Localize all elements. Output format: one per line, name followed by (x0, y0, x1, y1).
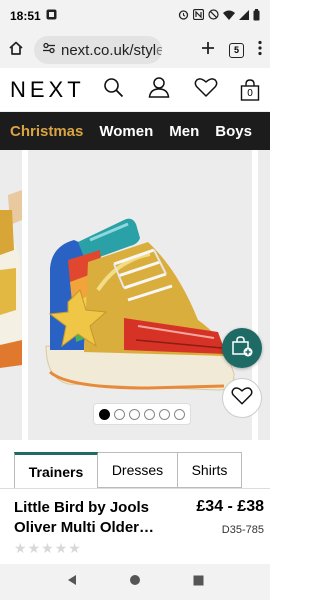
product-title[interactable]: Little Bird by Jools Oliver Multi Older… (14, 498, 174, 538)
shopping-bag-icon[interactable]: 0 (240, 78, 260, 101)
carousel-pagination (93, 403, 191, 425)
star-icon: ★ (41, 540, 54, 556)
site-settings-icon[interactable] (42, 41, 56, 60)
site-header: NEXT 0 (0, 68, 270, 112)
tab-switcher-button[interactable]: 5 (229, 42, 244, 58)
star-icon: ★ (27, 540, 41, 556)
carousel-dot-4[interactable] (144, 408, 155, 420)
category-nav: Christmas Women Men Boys (0, 112, 270, 150)
url-text: next.co.uk/style (61, 41, 162, 59)
battery-icon (253, 8, 260, 24)
browser-toolbar: next.co.uk/style 5 (0, 32, 270, 68)
account-icon[interactable] (148, 76, 170, 103)
system-navigation-bar (0, 564, 270, 600)
carousel-dot-2[interactable] (114, 408, 125, 420)
nfc-icon (192, 8, 205, 23)
add-to-bag-button[interactable] (222, 328, 262, 368)
bag-plus-icon (231, 335, 253, 362)
tab-dresses[interactable]: Dresses (98, 452, 178, 488)
heart-icon (231, 386, 253, 410)
signal-icon (239, 9, 249, 23)
category-boys[interactable]: Boys (215, 123, 252, 140)
url-bar[interactable]: next.co.uk/style (34, 36, 162, 64)
home-icon[interactable] (8, 40, 24, 61)
product-price: £34 - £38 (196, 498, 264, 515)
previous-slide-image[interactable] (0, 150, 22, 440)
mute-icon (208, 9, 219, 23)
product-code: D35-785 (221, 524, 264, 536)
star-icon: ★ (68, 540, 81, 556)
product-carousel[interactable] (0, 150, 270, 440)
notification-icon (46, 9, 57, 23)
alarm-icon (178, 9, 189, 23)
search-icon[interactable] (103, 77, 124, 103)
next-logo[interactable]: NEXT (10, 77, 85, 103)
new-tab-icon[interactable] (201, 41, 215, 60)
carousel-dot-3[interactable] (129, 408, 140, 420)
home-button-icon[interactable] (129, 573, 141, 591)
carousel-dot-6[interactable] (174, 408, 185, 420)
wifi-icon (223, 9, 235, 23)
product-card-info[interactable]: Little Bird by Jools Oliver Multi Older…… (0, 488, 270, 564)
add-to-favourites-button[interactable] (222, 378, 262, 418)
product-image-trainer[interactable] (28, 150, 252, 440)
carousel-dot-1[interactable] (99, 408, 110, 420)
bag-count: 0 (247, 87, 253, 99)
status-bar: 18:51 (0, 0, 270, 32)
recommendation-tabs: Trainers Dresses Shirts (14, 452, 244, 488)
carousel-dot-5[interactable] (159, 408, 170, 420)
status-time: 18:51 (10, 9, 41, 23)
recents-icon[interactable] (193, 573, 204, 591)
back-icon[interactable] (66, 573, 78, 591)
star-icon: ★ (14, 540, 27, 556)
category-men[interactable]: Men (169, 123, 199, 140)
more-menu-icon[interactable] (258, 40, 262, 61)
category-women[interactable]: Women (99, 123, 153, 140)
category-christmas[interactable]: Christmas (10, 123, 83, 140)
favourites-icon[interactable] (194, 77, 218, 102)
rating-stars: ★ ★ ★ ★ ★ (14, 541, 81, 555)
tab-trainers[interactable]: Trainers (14, 452, 98, 488)
tab-shirts[interactable]: Shirts (178, 452, 242, 488)
star-icon: ★ (54, 540, 68, 556)
